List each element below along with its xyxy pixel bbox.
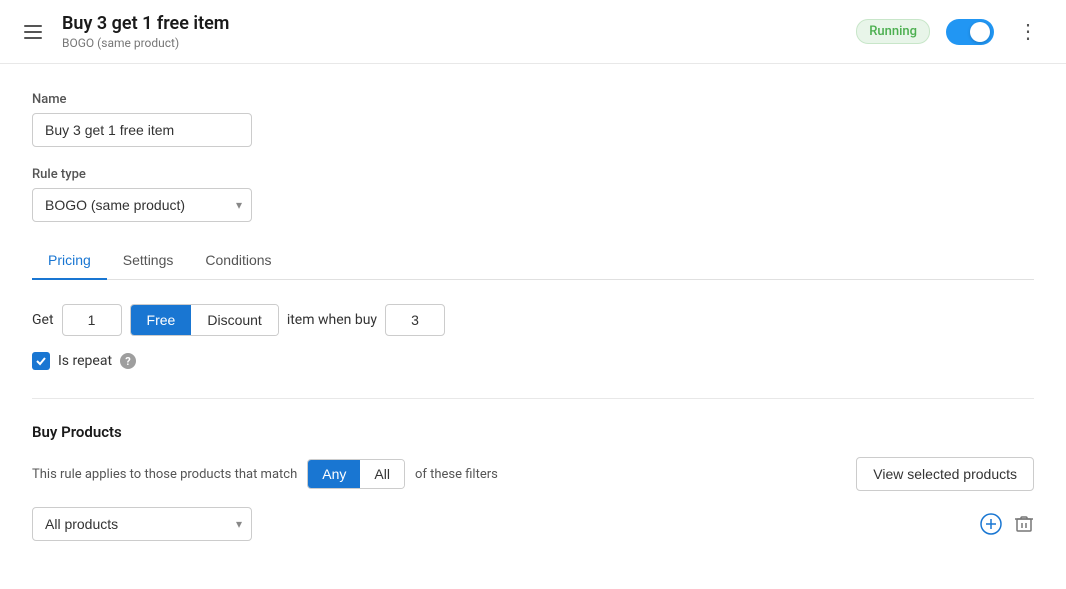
any-filter-button[interactable]: Any	[308, 460, 360, 488]
hamburger-icon[interactable]	[20, 21, 46, 43]
get-quantity-input[interactable]	[62, 304, 122, 336]
name-input[interactable]	[32, 113, 252, 147]
products-row: All products Specific products Product c…	[32, 507, 1034, 541]
is-repeat-checkbox[interactable]	[32, 352, 50, 370]
filter-row: This rule applies to those products that…	[32, 457, 1034, 491]
buy-quantity-input[interactable]	[385, 304, 445, 336]
tabs: Pricing Settings Conditions	[32, 242, 1034, 280]
free-discount-btn-group: Free Discount	[130, 304, 279, 336]
rule-type-select-wrapper: BOGO (same product) Discount Fixed Price…	[32, 188, 252, 222]
help-icon[interactable]: ?	[120, 353, 136, 369]
header-right: Running ⋮	[856, 18, 1046, 46]
rule-type-select[interactable]: BOGO (same product) Discount Fixed Price	[32, 188, 252, 222]
toggle-slider	[946, 19, 994, 45]
all-filter-button[interactable]: All	[360, 460, 404, 488]
plus-circle-icon	[980, 513, 1002, 535]
buy-products-section: Buy Products This rule applies to those …	[32, 423, 1034, 541]
main-content: Name Rule type BOGO (same product) Disco…	[0, 64, 1066, 589]
products-select-wrapper: All products Specific products Product c…	[32, 507, 252, 541]
products-filter-select[interactable]: All products Specific products Product c…	[32, 507, 252, 541]
buy-products-title: Buy Products	[32, 423, 1034, 441]
item-when-buy-label: item when buy	[287, 312, 377, 328]
tab-conditions[interactable]: Conditions	[189, 242, 287, 280]
page-subtitle: BOGO (same product)	[62, 36, 229, 50]
check-icon	[35, 355, 47, 367]
filter-text: This rule applies to those products that…	[32, 467, 297, 482]
header: Buy 3 get 1 free item BOGO (same product…	[0, 0, 1066, 64]
get-label: Get	[32, 312, 54, 328]
add-filter-button[interactable]	[980, 513, 1002, 535]
page-title: Buy 3 get 1 free item	[62, 13, 229, 34]
enable-toggle[interactable]	[946, 19, 994, 45]
rule-type-label: Rule type	[32, 167, 1034, 182]
tab-pricing[interactable]: Pricing	[32, 242, 107, 280]
rule-type-form-group: Rule type BOGO (same product) Discount F…	[32, 167, 1034, 222]
tab-settings[interactable]: Settings	[107, 242, 190, 280]
name-label: Name	[32, 92, 1034, 107]
trash-icon	[1014, 514, 1034, 534]
name-form-group: Name	[32, 92, 1034, 147]
delete-filter-button[interactable]	[1014, 514, 1034, 534]
of-these-filters-text: of these filters	[415, 467, 498, 482]
header-left: Buy 3 get 1 free item BOGO (same product…	[20, 13, 856, 50]
header-title-block: Buy 3 get 1 free item BOGO (same product…	[62, 13, 229, 50]
is-repeat-label: Is repeat	[58, 353, 112, 369]
app-container: Buy 3 get 1 free item BOGO (same product…	[0, 0, 1066, 589]
products-actions	[980, 513, 1034, 535]
discount-button[interactable]: Discount	[191, 305, 277, 335]
free-button[interactable]: Free	[131, 305, 192, 335]
status-badge: Running	[856, 19, 930, 44]
is-repeat-row: Is repeat ?	[32, 352, 1034, 370]
any-all-btn-group: Any All	[307, 459, 405, 489]
section-divider	[32, 398, 1034, 399]
view-selected-products-button[interactable]: View selected products	[856, 457, 1034, 491]
pricing-row: Get Free Discount item when buy	[32, 304, 1034, 336]
more-options-button[interactable]: ⋮	[1010, 18, 1046, 46]
